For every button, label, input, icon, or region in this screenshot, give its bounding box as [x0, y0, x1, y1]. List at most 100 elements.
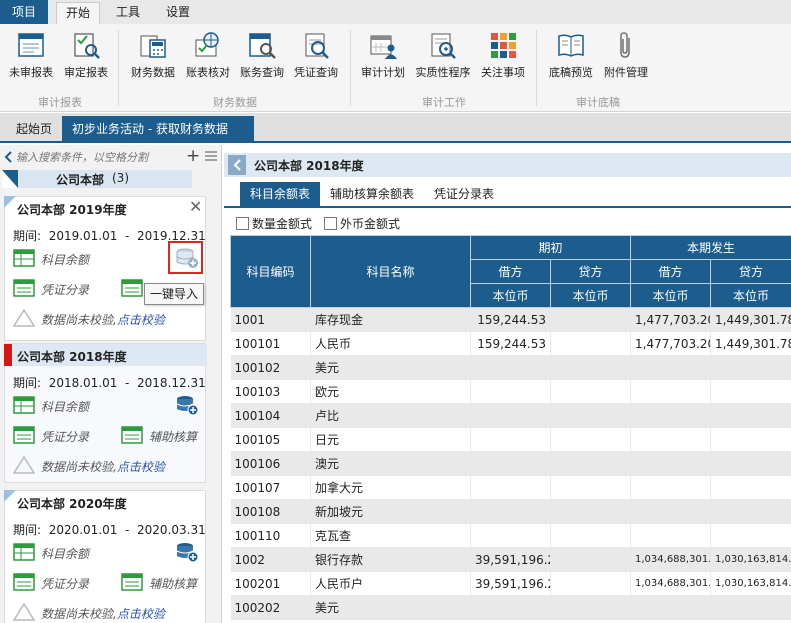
- year-card-2020[interactable]: 公司本部 2020年度 期间: 2020.01.01 - 2020.03.31 …: [4, 490, 206, 623]
- table-row[interactable]: 100101 人民币 159,244.53 1,477,703.20 1,449,301…: [230, 331, 791, 356]
- table-row[interactable]: 100105 日元: [230, 427, 791, 452]
- period-dash: -: [125, 523, 130, 537]
- voucher-label: 凭证分录: [41, 577, 90, 591]
- cell-opening-debit: [470, 451, 551, 476]
- unaudited-report-button[interactable]: 未审报表: [4, 30, 58, 86]
- balance-row[interactable]: 科目余额: [13, 396, 163, 416]
- menu-icon[interactable]: [204, 150, 218, 162]
- audit-plan-button[interactable]: 审计计划: [356, 30, 410, 86]
- table-row[interactable]: 100108 新加坡元: [230, 499, 791, 524]
- voucher-query-button[interactable]: 凭证查询: [290, 30, 342, 86]
- account-query-button[interactable]: 账务查询: [236, 30, 288, 86]
- attachment-button[interactable]: 附件管理: [600, 30, 652, 86]
- company-group-header[interactable]: 公司本部 (3): [2, 170, 192, 188]
- check-status: 数据尚未校验,: [41, 313, 117, 327]
- table-row[interactable]: 100110 克瓦查: [230, 523, 791, 548]
- database-import-icon[interactable]: [175, 541, 199, 563]
- cell-opening-debit: [470, 523, 551, 548]
- cell-name: 卢比: [310, 403, 471, 428]
- tab-get-financial-data[interactable]: 初步业务活动 - 获取财务数据: [62, 116, 254, 142]
- voucher-row[interactable]: 凭证分录: [13, 279, 133, 299]
- aux-row[interactable]: 辅助核算: [121, 573, 205, 593]
- aux-table-icon[interactable]: [121, 279, 143, 297]
- table-row[interactable]: 1002银行存款39,591,196.27 1,034,688,301.671,0…: [230, 547, 791, 572]
- voucher-row[interactable]: 凭证分录: [13, 426, 103, 446]
- balance-row[interactable]: 科目余额: [13, 249, 163, 269]
- tab-home[interactable]: 起始页: [6, 116, 62, 142]
- checkbox-box[interactable]: [324, 217, 337, 230]
- cell-code: 100105: [230, 427, 311, 452]
- database-import-icon[interactable]: [175, 394, 199, 416]
- table-row[interactable]: 100107 加拿大元: [230, 475, 791, 500]
- close-icon[interactable]: ✕: [189, 197, 202, 216]
- check-link[interactable]: 点击校验: [117, 460, 165, 474]
- col-name[interactable]: 科目名称: [310, 235, 471, 308]
- draft-preview-button[interactable]: 底稿预览: [544, 30, 598, 86]
- menu-project[interactable]: 项目: [0, 0, 48, 24]
- year-card-2018[interactable]: 公司本部 2018年度 期间: 2018.01.01 - 2018.12.31 …: [4, 343, 207, 483]
- table-row[interactable]: 100103 欧元: [230, 379, 791, 404]
- tab-voucher-entries[interactable]: 凭证分录表: [424, 182, 504, 206]
- table-row[interactable]: 100104 卢比: [230, 403, 791, 428]
- tab-account-balance[interactable]: 科目余额表: [240, 182, 321, 206]
- table-icon: [13, 396, 35, 414]
- aux-table-icon: [121, 426, 143, 444]
- voucher-icon: [13, 279, 35, 297]
- quantity-amount-checkbox[interactable]: 数量金额式: [236, 215, 312, 232]
- col-code[interactable]: 科目编码: [230, 235, 311, 308]
- cell-opening-debit: [470, 427, 551, 452]
- menu-settings[interactable]: 设置: [156, 0, 200, 24]
- aux-row[interactable]: 辅助核算: [121, 426, 205, 446]
- cell-code: 1001: [230, 307, 311, 332]
- cell-name: 澳元: [310, 451, 471, 476]
- cell-current-credit: [710, 475, 791, 500]
- table-row[interactable]: 100202 美元: [230, 595, 791, 620]
- voucher-row[interactable]: 凭证分录: [13, 573, 103, 593]
- attention-grid-icon: [491, 33, 516, 58]
- checkbox-box[interactable]: [236, 217, 249, 230]
- table-row[interactable]: 100102 美元: [230, 355, 791, 380]
- year-card-2019[interactable]: 公司本部 2019年度 ✕ 期间: 2019.01.01 - 2019.12.3…: [4, 196, 206, 341]
- cell-code: 100108: [230, 499, 311, 524]
- check-link[interactable]: 点击校验: [117, 313, 165, 327]
- back-button[interactable]: [228, 155, 246, 175]
- col-current-debit: 借方: [630, 259, 712, 284]
- table-row[interactable]: 1001 库存现金 159,244.53 1,477,703.20 1,449,301.…: [230, 307, 791, 332]
- unaudited-report-label: 未审报表: [9, 66, 53, 79]
- cell-current-debit: [630, 379, 712, 404]
- col-opening-debit: 借方: [470, 259, 551, 284]
- audited-report-button[interactable]: 审定报表: [60, 30, 112, 86]
- balance-row[interactable]: 科目余额: [13, 543, 163, 563]
- check-link[interactable]: 点击校验: [117, 607, 165, 621]
- cell-opening-debit: 159,244.53: [470, 307, 551, 332]
- tab-underline: [224, 206, 791, 208]
- col-opening-credit: 贷方: [549, 259, 632, 284]
- menu-start[interactable]: 开始: [56, 2, 100, 24]
- ledger-check-button[interactable]: 账表核对: [182, 30, 234, 86]
- cell-code: 100107: [230, 475, 311, 500]
- cell-current-debit: [630, 475, 712, 500]
- menu-tools[interactable]: 工具: [106, 0, 150, 24]
- financial-data-button[interactable]: 财务数据: [126, 30, 180, 86]
- search-input[interactable]: [16, 148, 182, 166]
- chevron-left-icon[interactable]: [2, 149, 14, 165]
- table-row[interactable]: 100106 澳元: [230, 451, 791, 476]
- attention-items-button[interactable]: 关注事项: [476, 30, 530, 86]
- substantive-procedure-label: 实质性程序: [415, 66, 471, 79]
- panel-header: 公司本部 2018年度: [224, 153, 791, 177]
- checkbox-label: 外币金额式: [340, 217, 401, 231]
- cell-code: 100202: [230, 595, 311, 620]
- table-row[interactable]: 100201人民币户39,591,196.27 1,034,688,301.671…: [230, 571, 791, 596]
- period-label: 期间:: [13, 229, 42, 243]
- substantive-procedure-button[interactable]: 实质性程序: [412, 30, 474, 86]
- add-icon[interactable]: +: [186, 148, 200, 165]
- cell-current-debit: [630, 523, 712, 548]
- foreign-amount-checkbox[interactable]: 外币金额式: [324, 215, 400, 232]
- cell-current-credit: 1,449,301.78: [710, 307, 791, 332]
- checkbox-label: 数量金额式: [252, 217, 313, 231]
- paperclip-icon: [620, 32, 630, 58]
- cell-code: 100101: [230, 331, 311, 356]
- period-dash: -: [125, 376, 130, 390]
- table-icon: [13, 543, 35, 561]
- tab-aux-balance[interactable]: 辅助核算余额表: [320, 182, 424, 206]
